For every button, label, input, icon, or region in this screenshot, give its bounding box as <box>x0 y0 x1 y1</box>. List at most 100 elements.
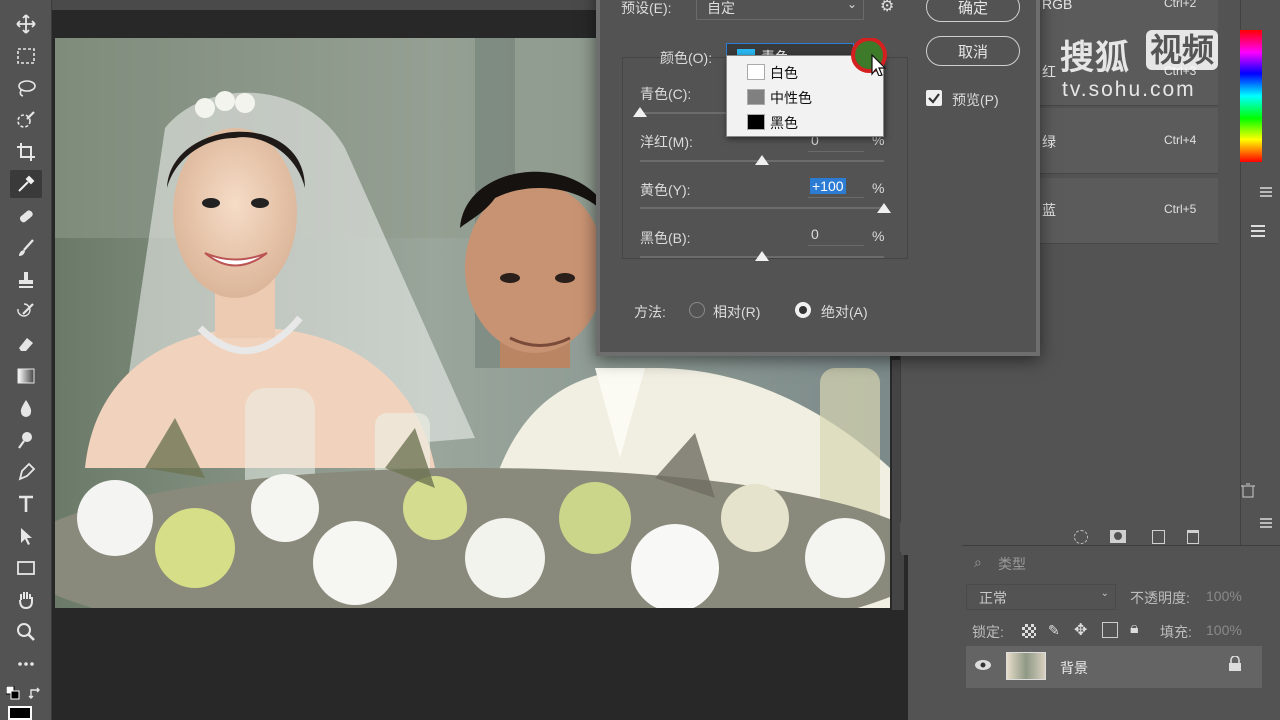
pen-tool[interactable] <box>10 458 42 486</box>
eye-icon[interactable] <box>974 656 992 674</box>
yellow-slider-label: 黄色(Y): <box>640 182 691 198</box>
fill-field[interactable]: 100% <box>1206 622 1242 638</box>
chevron-down-icon: ⌄ <box>846 0 857 11</box>
load-selection-icon[interactable] <box>1074 530 1088 544</box>
save-selection-icon[interactable] <box>1110 530 1126 543</box>
menu-item-black[interactable]: 黑色 <box>727 110 883 134</box>
black-unit: % <box>872 228 885 244</box>
default-colors-icon[interactable] <box>5 685 20 700</box>
preset-label: 预设(E): <box>621 0 672 16</box>
zoom-tool[interactable] <box>10 618 42 646</box>
opacity-label: 不透明度: <box>1130 590 1190 606</box>
menu-item-label: 白色 <box>770 65 798 81</box>
dodge-icon <box>18 432 32 449</box>
swap-colors-icon[interactable] <box>28 686 44 700</box>
yellow-slider-thumb[interactable] <box>877 203 891 213</box>
panel-menu-icon[interactable] <box>1258 185 1274 197</box>
preset-value: 自定 <box>707 0 735 16</box>
channel-name: RGB <box>1042 0 1073 12</box>
relative-label: 相对(R) <box>713 304 761 320</box>
layer-thumbnail <box>1006 652 1046 680</box>
preview-checkbox[interactable] <box>926 90 942 106</box>
more-tools-button[interactable] <box>10 650 42 678</box>
delete-channel-icon[interactable] <box>1187 530 1199 544</box>
crop-tool[interactable] <box>10 138 42 166</box>
lock-artboard-icon[interactable] <box>1102 622 1118 638</box>
watermark-badge: 视频 <box>1146 30 1219 70</box>
pen-icon <box>18 462 36 481</box>
channel-name: 蓝 <box>1042 202 1056 218</box>
preset-select[interactable]: 自定 ⌄ <box>696 0 864 20</box>
absolute-radio[interactable] <box>795 302 811 318</box>
menu-item-neutral[interactable]: 中性色 <box>727 85 883 109</box>
neutral-swatch <box>747 89 765 105</box>
move-icon <box>16 14 36 34</box>
black-swatch <box>747 114 765 130</box>
marquee-tool[interactable] <box>10 42 42 70</box>
checkmark-icon <box>928 93 940 104</box>
lasso-tool[interactable] <box>10 74 42 102</box>
channel-shortcut: Ctrl+4 <box>1164 133 1197 147</box>
black-value: 0 <box>811 226 819 242</box>
new-channel-icon[interactable] <box>1152 530 1165 544</box>
yellow-unit: % <box>872 180 885 196</box>
black-slider-label: 黑色(B): <box>640 230 691 246</box>
stamp-tool[interactable] <box>10 266 42 294</box>
lock-position-icon[interactable]: ✥ <box>1074 620 1087 640</box>
opacity-field[interactable]: 100% <box>1206 588 1242 604</box>
chevron-down-icon: ⌄ <box>1100 588 1109 599</box>
relative-radio[interactable] <box>689 302 705 318</box>
channel-name: 红 <box>1042 64 1056 80</box>
arrow-icon <box>21 528 32 545</box>
blend-mode-select[interactable]: 正常 ⌄ <box>966 584 1116 610</box>
method-label: 方法: <box>634 304 666 320</box>
ellipsis-icon <box>18 662 34 666</box>
lock-transparent-icon[interactable] <box>1022 624 1036 638</box>
crop-icon <box>17 143 35 161</box>
quick-select-tool[interactable] <box>10 106 42 134</box>
history-brush-tool[interactable] <box>10 298 42 326</box>
gradient-icon <box>17 368 35 384</box>
black-slider-thumb[interactable] <box>755 251 769 261</box>
absolute-label: 绝对(A) <box>821 304 868 320</box>
layer-kind-filter[interactable]: ⌕ 类型 <box>968 552 1088 576</box>
magenta-slider-thumb[interactable] <box>755 155 769 165</box>
dodge-tool[interactable] <box>10 426 42 454</box>
move-tool[interactable] <box>10 10 42 38</box>
eraser-tool[interactable] <box>10 330 42 358</box>
hand-tool[interactable] <box>10 586 42 614</box>
blur-tool[interactable] <box>10 394 42 422</box>
panel-menu-icon[interactable] <box>1250 224 1266 238</box>
panel-menu-icon[interactable] <box>1258 516 1274 528</box>
black-value-field[interactable]: 0 <box>808 226 864 246</box>
cancel-button[interactable]: 取消 <box>926 36 1020 66</box>
brush-tool[interactable] <box>10 234 42 262</box>
lasso-icon <box>18 80 36 97</box>
cyan-slider-thumb[interactable] <box>633 107 647 117</box>
lock-pixels-icon[interactable]: ✎ <box>1048 622 1060 639</box>
type-tool[interactable] <box>10 490 42 518</box>
preview-label: 预览(P) <box>952 92 999 108</box>
quick-select-icon <box>17 111 35 128</box>
gear-icon[interactable]: ⚙ <box>880 0 894 16</box>
lock-all-icon[interactable]: 🔒︎ <box>1130 620 1139 638</box>
search-icon: ⌕ <box>974 554 982 570</box>
menu-item-label: 黑色 <box>770 115 798 131</box>
eyedropper-tool[interactable] <box>10 170 42 198</box>
brush-icon <box>19 239 34 256</box>
healing-brush-tool[interactable] <box>10 202 42 230</box>
path-select-tool[interactable] <box>10 522 42 550</box>
fill-label: 填充: <box>1160 624 1192 640</box>
yellow-slider-track[interactable] <box>640 207 884 209</box>
yellow-value-field[interactable]: +100 <box>808 178 864 198</box>
drop-icon <box>20 400 32 417</box>
foreground-color-swatch[interactable] <box>8 706 32 720</box>
trash-icon[interactable] <box>1240 482 1256 498</box>
ok-button[interactable]: 确定 <box>926 0 1020 22</box>
rectangle-tool[interactable] <box>10 554 42 582</box>
history-brush-icon <box>17 303 34 317</box>
tools-panel <box>0 0 52 720</box>
watermark-url: tv.sohu.com <box>1062 78 1196 101</box>
color-spectrum-bar[interactable] <box>1240 30 1262 162</box>
gradient-tool[interactable] <box>10 362 42 390</box>
